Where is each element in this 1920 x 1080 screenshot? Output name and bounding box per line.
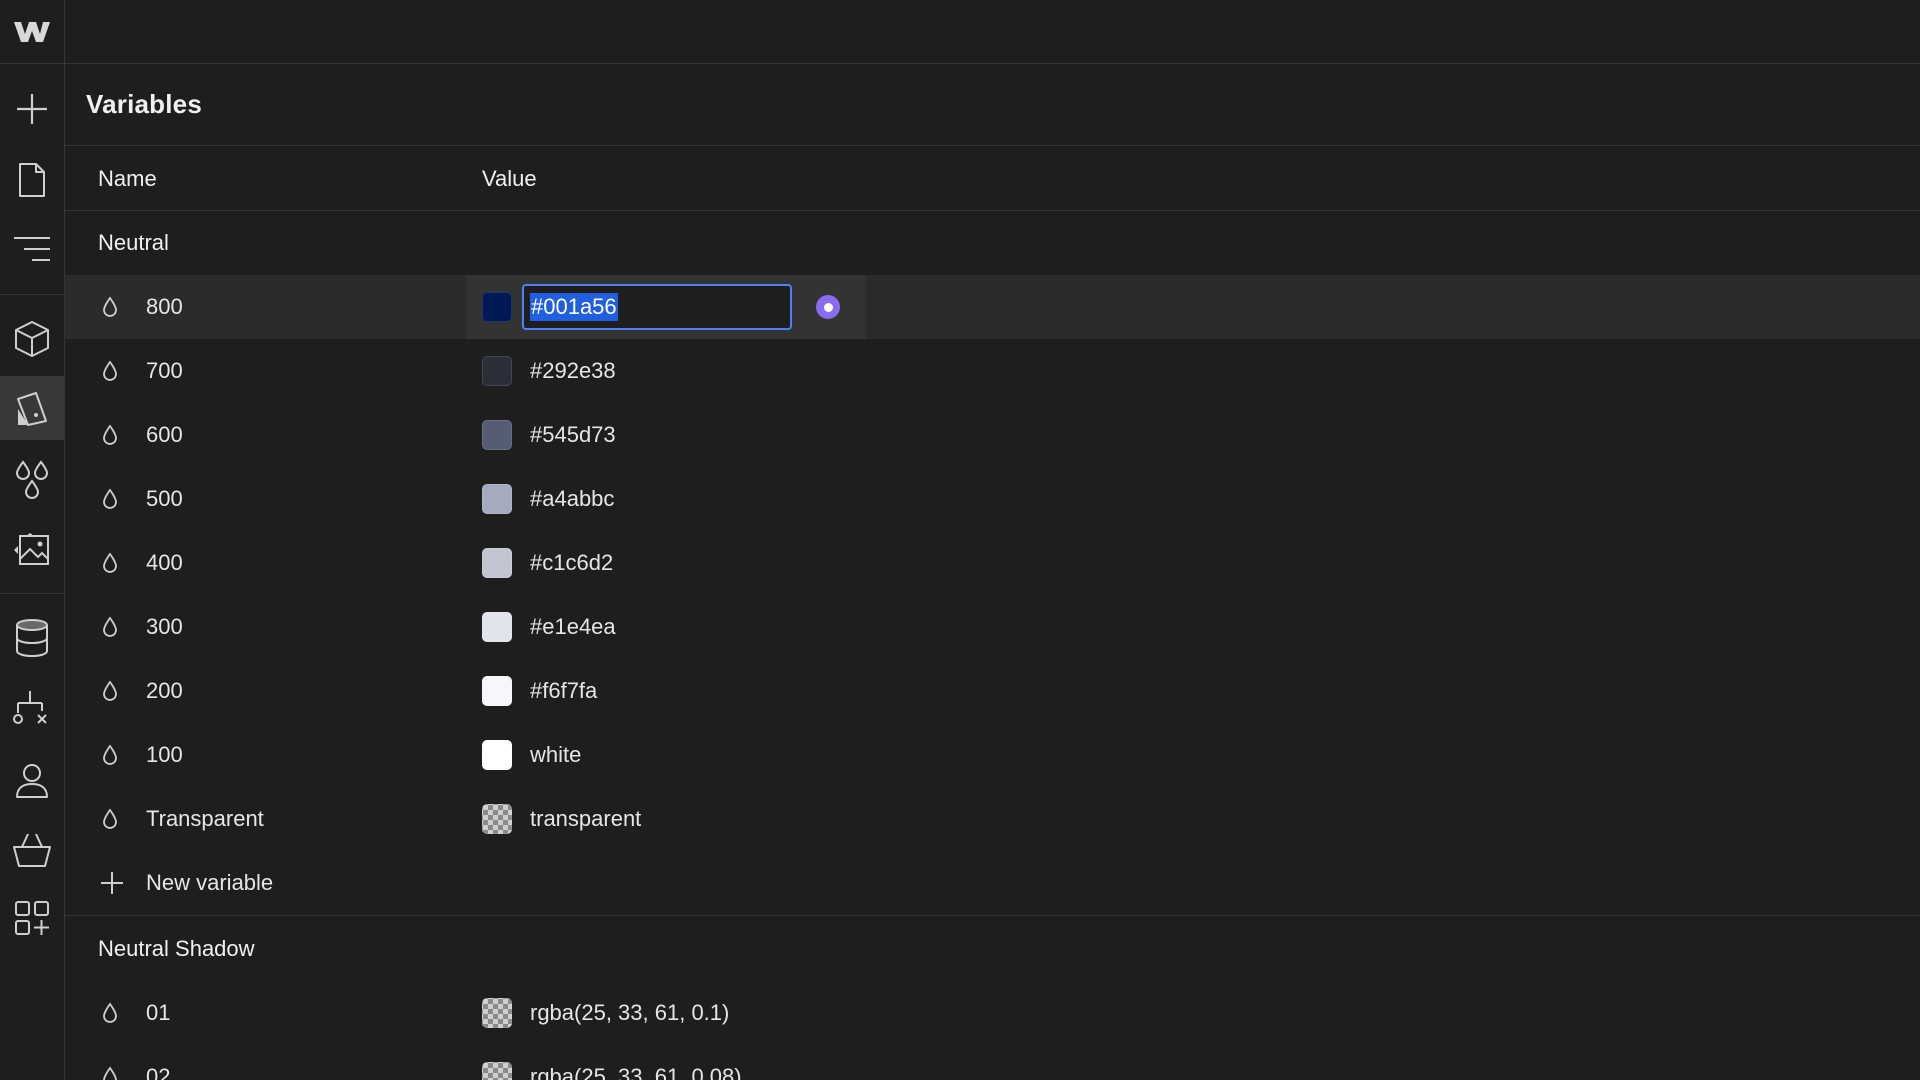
variable-value[interactable]: white xyxy=(530,742,581,768)
variable-value[interactable]: #c1c6d2 xyxy=(530,550,613,576)
color-swatch[interactable] xyxy=(482,356,512,386)
variables-icon[interactable] xyxy=(0,448,64,512)
color-variable-icon xyxy=(102,424,118,452)
apps-icon[interactable] xyxy=(0,886,64,950)
variable-name[interactable]: 300 xyxy=(146,614,183,640)
color-swatch[interactable] xyxy=(482,292,512,322)
variable-value[interactable]: #e1e4ea xyxy=(530,614,616,640)
variable-value-cell[interactable]: #292e38 xyxy=(466,339,866,403)
color-swatch[interactable] xyxy=(482,612,512,642)
variable-value-cell[interactable]: #a4abbc xyxy=(466,467,866,531)
color-variable-icon xyxy=(102,808,118,836)
variable-value-cell[interactable]: #f6f7fa xyxy=(466,659,866,723)
color-variable-icon xyxy=(102,360,118,388)
column-name-header: Name xyxy=(98,166,157,191)
variable-row[interactable]: 400 #c1c6d2 xyxy=(65,531,1920,595)
color-swatch-transparent[interactable] xyxy=(482,1062,512,1080)
plus-icon xyxy=(100,871,124,901)
webflow-logo-icon[interactable] xyxy=(0,0,64,64)
variable-row[interactable]: 700 #292e38 xyxy=(65,339,1920,403)
variable-name[interactable]: 700 xyxy=(146,358,183,384)
variable-value[interactable]: rgba(25, 33, 61, 0.08) xyxy=(530,1064,742,1080)
variable-value-cell[interactable]: rgba(25, 33, 61, 0.1) xyxy=(466,981,866,1045)
new-variable-label: New variable xyxy=(146,870,274,895)
color-swatch[interactable] xyxy=(482,740,512,770)
variable-value-cell[interactable]: #c1c6d2 xyxy=(466,531,866,595)
variable-value-cell[interactable]: transparent xyxy=(466,787,866,851)
color-variable-icon xyxy=(102,744,118,772)
variable-row[interactable]: 02 rgba(25, 33, 61, 0.08) xyxy=(65,1045,1920,1080)
variable-value[interactable]: rgba(25, 33, 61, 0.1) xyxy=(530,1000,729,1026)
color-variable-icon xyxy=(102,680,118,708)
color-swatch[interactable] xyxy=(482,548,512,578)
variable-name[interactable]: 400 xyxy=(146,550,183,576)
variable-row[interactable]: 200 #f6f7fa xyxy=(65,659,1920,723)
variable-row[interactable]: 300 #e1e4ea xyxy=(65,595,1920,659)
variable-name[interactable]: 100 xyxy=(146,742,183,768)
variable-value[interactable]: #a4abbc xyxy=(530,486,614,512)
variable-value[interactable]: #292e38 xyxy=(530,358,616,384)
variable-row[interactable]: 600 #545d73 xyxy=(65,403,1920,467)
panel-header: Variables xyxy=(65,64,1920,146)
variable-row[interactable]: 01 rgba(25, 33, 61, 0.1) xyxy=(65,981,1920,1045)
variable-value-cell[interactable]: #e1e4ea xyxy=(466,595,866,659)
ecommerce-basket-icon[interactable] xyxy=(0,818,64,882)
color-swatch-transparent[interactable] xyxy=(482,804,512,834)
variable-name[interactable]: 800 xyxy=(146,294,183,320)
column-value-header: Value xyxy=(482,166,537,191)
variable-name[interactable]: Transparent xyxy=(146,806,264,832)
color-variable-icon xyxy=(102,552,118,580)
logic-icon[interactable] xyxy=(0,677,64,741)
variables-panel: Variables Name Value Neutral 800 #001a56… xyxy=(65,64,1920,1080)
variable-row[interactable]: 100 white xyxy=(65,723,1920,787)
variable-value-cell[interactable]: white xyxy=(466,723,866,787)
color-variable-icon xyxy=(102,488,118,516)
variable-name[interactable]: 600 xyxy=(146,422,183,448)
group-title-neutral: Neutral xyxy=(98,230,169,255)
column-header: Name Value xyxy=(65,146,1920,211)
variable-value[interactable]: #545d73 xyxy=(530,422,616,448)
webflow-designer: Variables Name Value Neutral 800 #001a56… xyxy=(0,0,1920,1080)
components-icon[interactable] xyxy=(0,307,64,371)
variable-row[interactable]: Transparent transparent xyxy=(65,787,1920,851)
color-swatch-transparent[interactable] xyxy=(482,998,512,1028)
variable-value[interactable]: transparent xyxy=(530,806,641,832)
variable-value-selected-text: #001a56 xyxy=(530,293,618,321)
color-variable-icon xyxy=(102,1002,118,1030)
variable-value-cell[interactable]: #001a56 xyxy=(466,275,866,339)
navigator-icon[interactable] xyxy=(0,217,64,281)
color-swatch[interactable] xyxy=(482,484,512,514)
variable-name[interactable]: 500 xyxy=(146,486,183,512)
color-variable-icon xyxy=(102,616,118,644)
cms-database-icon[interactable] xyxy=(0,606,64,670)
variable-name[interactable]: 02 xyxy=(146,1064,170,1080)
variable-row[interactable]: 500 #a4abbc xyxy=(65,467,1920,531)
variable-row[interactable]: 800 #001a56 xyxy=(65,275,1920,339)
variable-name[interactable]: 01 xyxy=(146,1000,170,1026)
variable-name[interactable]: 200 xyxy=(146,678,183,704)
color-variable-icon xyxy=(102,296,118,324)
variable-value-input[interactable]: #001a56 xyxy=(522,284,792,330)
users-icon[interactable] xyxy=(0,748,64,812)
style-selector-icon[interactable] xyxy=(0,376,64,440)
color-swatch[interactable] xyxy=(482,420,512,450)
new-variable-button[interactable]: New variable xyxy=(65,851,1920,915)
page-icon[interactable] xyxy=(0,148,64,212)
group-title-neutral-shadow: Neutral Shadow xyxy=(65,915,1920,981)
bind-variable-button[interactable] xyxy=(816,295,840,319)
variable-value-cell[interactable]: rgba(25, 33, 61, 0.08) xyxy=(466,1045,866,1080)
assets-icon[interactable] xyxy=(0,518,64,582)
add-icon[interactable] xyxy=(0,77,64,141)
color-variable-icon xyxy=(102,1066,118,1080)
color-swatch[interactable] xyxy=(482,676,512,706)
variable-value-cell[interactable]: #545d73 xyxy=(466,403,866,467)
left-toolbar xyxy=(0,0,65,1080)
panel-title: Variables xyxy=(86,89,202,119)
variable-value[interactable]: #f6f7fa xyxy=(530,678,597,704)
top-bar xyxy=(65,0,1920,64)
